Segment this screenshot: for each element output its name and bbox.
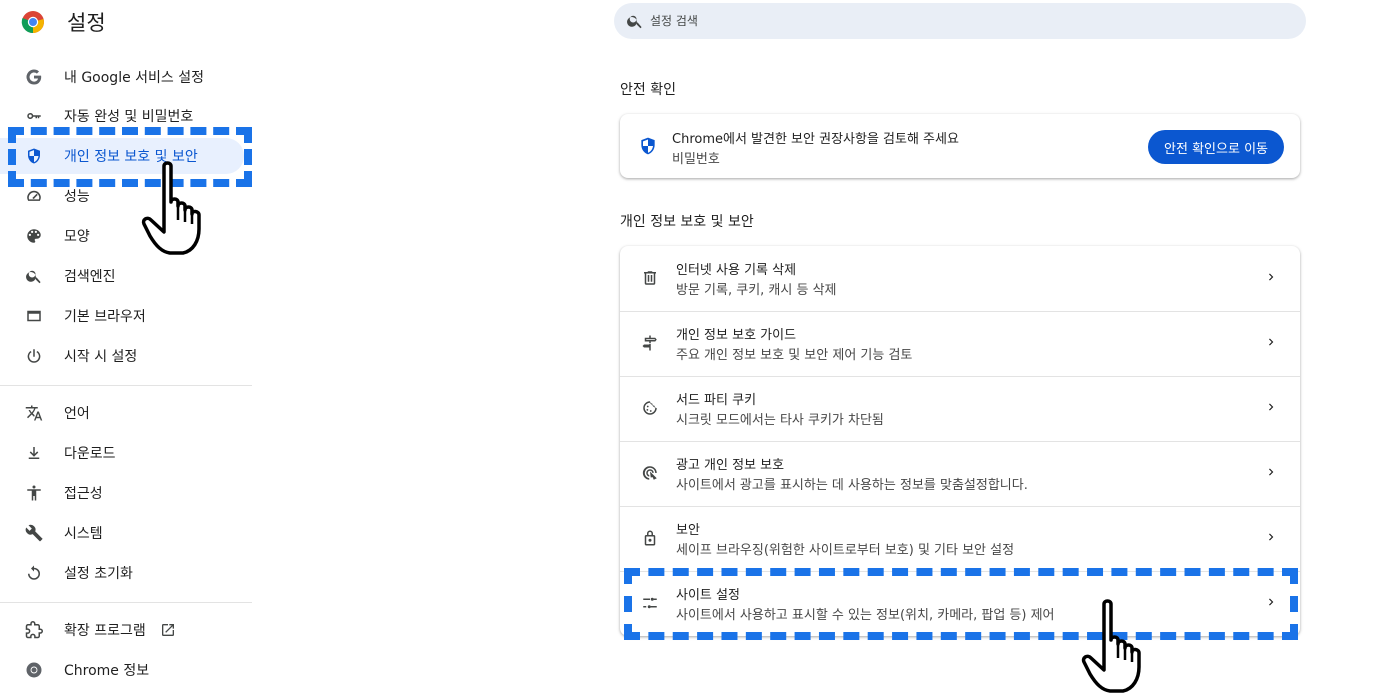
row-divider — [620, 376, 1300, 377]
search-input[interactable] — [650, 14, 1250, 28]
google-g-icon — [24, 67, 44, 87]
sidebar-item-extensions[interactable]: 확장 프로그램 — [0, 612, 244, 648]
chevron-right-icon — [1269, 598, 1274, 606]
safety-check-subtitle: 비밀번호 — [672, 152, 720, 167]
security-row[interactable]: 보안 세이프 브라우징(위험한 사이트로부터 보호) 및 기타 보안 설정 — [620, 506, 1300, 571]
lock-icon — [640, 528, 660, 548]
row-subtitle: 주요 개인 정보 보호 및 보안 제어 기능 검토 — [676, 348, 913, 363]
palette-icon — [24, 226, 44, 246]
sidebar-item-label: 성능 — [64, 189, 90, 205]
sidebar: 설정 내 Google 서비스 설정 자동 완성 및 비밀번호 개인 정보 보호… — [0, 0, 252, 700]
power-icon — [24, 346, 44, 366]
chevron-right-icon — [1269, 403, 1274, 411]
ad-privacy-row[interactable]: 광고 개인 정보 보호 사이트에서 광고를 표시하는 데 사용하는 정보를 맞춤… — [620, 441, 1300, 506]
sidebar-divider — [0, 385, 252, 386]
brand: 설정 — [21, 8, 106, 36]
safety-check-heading: 안전 확인 — [620, 82, 676, 98]
chevron-right-icon — [1269, 273, 1274, 281]
sidebar-item-label: 모양 — [64, 229, 90, 245]
safety-check-title: Chrome에서 발견한 보안 권장사항을 검토해 주세요 — [672, 132, 959, 147]
row-divider — [620, 441, 1300, 442]
row-title: 인터넷 사용 기록 삭제 — [676, 263, 797, 278]
privacy-section-heading: 개인 정보 보호 및 보안 — [620, 214, 754, 230]
sidebar-item-label: 검색엔진 — [64, 269, 116, 285]
sidebar-item-accessibility[interactable]: 접근성 — [0, 475, 244, 511]
sidebar-divider — [0, 602, 252, 603]
sidebar-item-label: Chrome 정보 — [64, 663, 150, 679]
chrome-logo-icon — [21, 11, 44, 34]
row-subtitle: 사이트에서 사용하고 표시할 수 있는 정보(위치, 카메라, 팝업 등) 제어 — [676, 608, 1055, 623]
sidebar-item-label: 자동 완성 및 비밀번호 — [64, 109, 194, 125]
sidebar-item-performance[interactable]: 성능 — [0, 178, 244, 214]
row-title: 광고 개인 정보 보호 — [676, 458, 785, 473]
key-icon — [24, 106, 44, 126]
sidebar-item-appearance[interactable]: 모양 — [0, 218, 244, 254]
accessibility-icon — [24, 483, 44, 503]
search-icon — [627, 15, 642, 29]
sidebar-item-system[interactable]: 시스템 — [0, 515, 244, 551]
shield-icon — [24, 146, 44, 166]
sidebar-item-on-startup[interactable]: 시작 시 설정 — [0, 338, 244, 374]
row-subtitle: 세이프 브라우징(위험한 사이트로부터 보호) 및 기타 보안 설정 — [676, 543, 1015, 558]
reset-icon — [24, 563, 44, 583]
sidebar-item-label: 설정 초기화 — [64, 566, 133, 582]
row-title: 개인 정보 보호 가이드 — [676, 328, 797, 343]
privacy-card: 인터넷 사용 기록 삭제 방문 기록, 쿠키, 캐시 등 삭제 개인 정보 보호… — [620, 246, 1300, 636]
download-icon — [24, 443, 44, 463]
page-title: 설정 — [67, 11, 106, 35]
sidebar-item-search-engine[interactable]: 검색엔진 — [0, 258, 244, 294]
signpost-icon — [640, 333, 660, 353]
row-divider — [620, 311, 1300, 312]
sidebar-item-label: 개인 정보 보호 및 보안 — [64, 149, 198, 165]
chevron-right-icon — [1269, 468, 1274, 476]
row-divider — [620, 571, 1300, 572]
sidebar-item-downloads[interactable]: 다운로드 — [0, 435, 244, 471]
third-party-cookies-row[interactable]: 서드 파티 쿠키 시크릿 모드에서는 타사 쿠키가 차단됨 — [620, 376, 1300, 441]
trash-icon — [640, 268, 660, 288]
cookie-icon — [640, 398, 660, 418]
browser-window-icon — [24, 306, 44, 326]
sidebar-item-label: 다운로드 — [64, 446, 116, 462]
site-settings-row[interactable]: 사이트 설정 사이트에서 사용하고 표시할 수 있는 정보(위치, 카메라, 팝… — [620, 571, 1300, 636]
sidebar-item-label: 확장 프로그램 — [64, 623, 146, 639]
sidebar-item-label: 시작 시 설정 — [64, 349, 138, 365]
sidebar-item-languages[interactable]: 언어 — [0, 395, 244, 431]
row-title: 서드 파티 쿠키 — [676, 393, 757, 408]
translate-icon — [24, 403, 44, 423]
row-subtitle: 방문 기록, 쿠키, 캐시 등 삭제 — [676, 283, 837, 298]
sidebar-item-label: 내 Google 서비스 설정 — [64, 70, 204, 86]
sidebar-item-label: 기본 브라우저 — [64, 309, 146, 325]
row-divider — [620, 506, 1300, 507]
puzzle-icon — [24, 620, 44, 640]
row-subtitle: 사이트에서 광고를 표시하는 데 사용하는 정보를 맞춤설정합니다. — [676, 478, 1028, 493]
wrench-icon — [24, 523, 44, 543]
sidebar-item-label: 언어 — [64, 406, 90, 422]
chevron-right-icon — [1269, 338, 1274, 346]
go-to-safety-check-button[interactable]: 안전 확인으로 이동 — [1148, 130, 1284, 164]
shield-icon — [641, 137, 655, 155]
privacy-guide-row[interactable]: 개인 정보 보호 가이드 주요 개인 정보 보호 및 보안 제어 기능 검토 — [620, 311, 1300, 376]
safety-check-card: Chrome에서 발견한 보안 권장사항을 검토해 주세요 비밀번호 안전 확인… — [620, 114, 1300, 178]
sidebar-item-reset[interactable]: 설정 초기화 — [0, 555, 244, 591]
search-bar — [614, 3, 1306, 39]
row-subtitle: 시크릿 모드에서는 타사 쿠키가 차단됨 — [676, 413, 884, 428]
row-title: 보안 — [676, 523, 700, 538]
sidebar-item-label: 접근성 — [64, 486, 103, 502]
sidebar-item-default-browser[interactable]: 기본 브라우저 — [0, 298, 244, 334]
row-title: 사이트 설정 — [676, 588, 740, 603]
chevron-right-icon — [1269, 533, 1274, 541]
ad-target-icon — [640, 463, 660, 483]
sidebar-item-about-chrome[interactable]: Chrome 정보 — [0, 652, 244, 688]
clear-browsing-data-row[interactable]: 인터넷 사용 기록 삭제 방문 기록, 쿠키, 캐시 등 삭제 — [620, 246, 1300, 311]
sidebar-item-privacy[interactable]: 개인 정보 보호 및 보안 — [0, 138, 244, 174]
chrome-logo-icon — [24, 660, 44, 680]
search-icon — [24, 266, 44, 286]
open-in-new-icon — [160, 622, 176, 638]
sidebar-item-autofill[interactable]: 자동 완성 및 비밀번호 — [0, 98, 244, 134]
sidebar-item-google-services[interactable]: 내 Google 서비스 설정 — [0, 59, 244, 95]
sidebar-item-label: 시스템 — [64, 526, 103, 542]
speedometer-icon — [24, 186, 44, 206]
sliders-icon — [640, 593, 660, 613]
